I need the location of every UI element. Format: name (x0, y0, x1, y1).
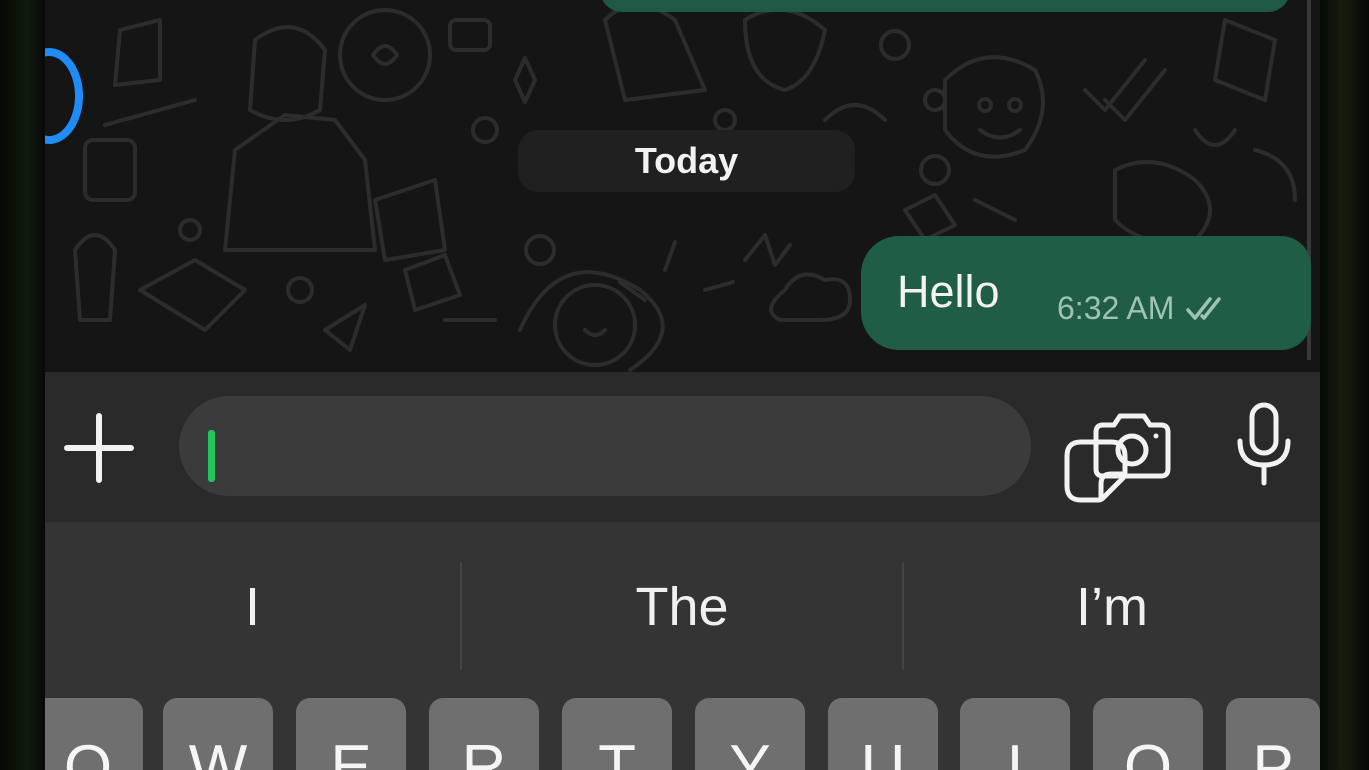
keyboard: Q W E R T Y U I O P (45, 698, 1320, 770)
key-t-label: T (598, 733, 636, 770)
key-o-label: O (1123, 733, 1173, 770)
keyboard-suggestions-bar: I The I’m (45, 522, 1320, 698)
key-p[interactable]: P (1226, 698, 1320, 770)
double-check-read-icon (1186, 296, 1222, 320)
key-p-label: P (1252, 733, 1294, 770)
key-t[interactable]: T (562, 698, 672, 770)
suggestion-1-label: I (244, 577, 260, 637)
microphone-icon (1237, 402, 1291, 486)
chat-area[interactable]: Today Hello 6:32 AM (45, 0, 1320, 372)
key-q-label: Q (63, 733, 113, 770)
plus-icon (64, 413, 134, 483)
suggestion-3[interactable]: I’m (904, 522, 1320, 692)
key-r-label: R (461, 733, 507, 770)
key-y[interactable]: Y (695, 698, 805, 770)
microphone-button[interactable] (1231, 400, 1297, 488)
message-text: Hello (897, 266, 1000, 317)
key-u[interactable]: U (828, 698, 938, 770)
attach-button[interactable] (55, 410, 143, 486)
message-input[interactable] (215, 412, 895, 480)
key-y-label: Y (729, 733, 771, 770)
text-caret (208, 430, 215, 482)
suggestion-1[interactable]: I (45, 522, 460, 692)
date-separator-label: Today (634, 140, 739, 181)
key-i[interactable]: I (960, 698, 1070, 770)
message-time: 6:32 AM (1057, 290, 1175, 326)
device-frame-left (0, 0, 45, 770)
suggestion-2-label: The (635, 577, 729, 637)
key-u-label: U (860, 733, 906, 770)
key-e[interactable]: E (296, 698, 406, 770)
camera-icon (1093, 413, 1171, 479)
message-input-container[interactable] (179, 396, 1128, 503)
suggestion-2[interactable]: The (462, 522, 902, 692)
key-i-label: I (1006, 733, 1024, 770)
message-meta: 6:32 AM (1057, 290, 1232, 327)
key-e-label: E (330, 733, 372, 770)
key-o[interactable]: O (1093, 698, 1203, 770)
key-w-label: W (188, 733, 248, 770)
previous-message-bubble[interactable] (600, 0, 1290, 12)
suggestion-3-label: I’m (1076, 577, 1148, 637)
key-q[interactable]: Q (45, 698, 143, 770)
date-separator: Today (518, 130, 855, 192)
outgoing-message-bubble[interactable]: Hello 6:32 AM (861, 236, 1311, 350)
message-composer (45, 372, 1320, 522)
key-w[interactable]: W (163, 698, 273, 770)
device-frame-right (1320, 0, 1369, 770)
camera-button[interactable] (1087, 408, 1177, 484)
key-r[interactable]: R (429, 698, 539, 770)
